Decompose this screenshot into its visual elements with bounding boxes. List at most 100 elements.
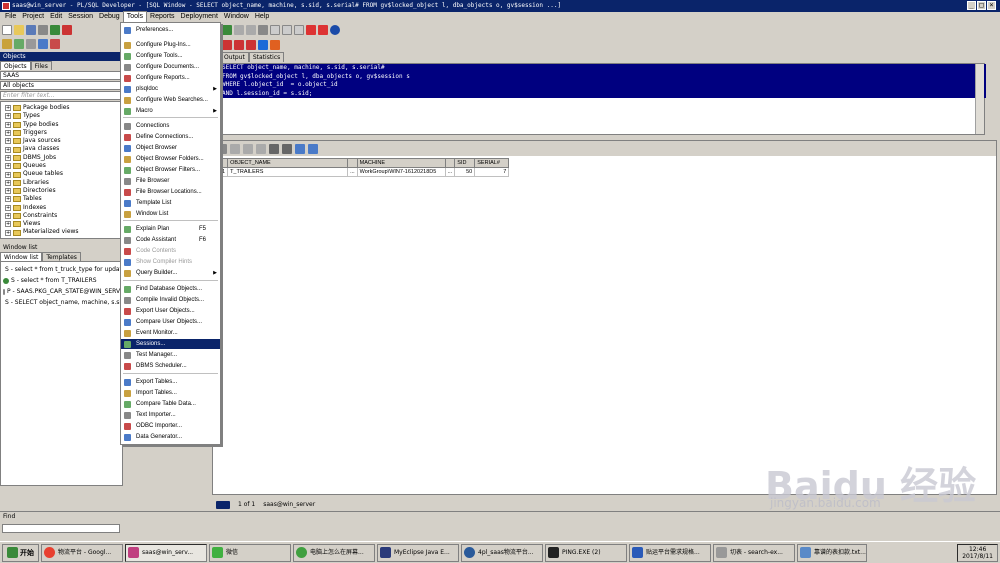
- tab-window-list[interactable]: Window list: [0, 252, 43, 261]
- tools-menu-item[interactable]: File Browser: [121, 176, 220, 186]
- new-icon[interactable]: [2, 24, 12, 35]
- tree-item[interactable]: + Type bodies: [1, 121, 122, 129]
- menu-reports[interactable]: Reports: [147, 12, 178, 22]
- tree-item[interactable]: + Constraints: [1, 212, 122, 220]
- tools-menu-item[interactable]: Configure Documents...: [121, 62, 220, 72]
- window-list-item[interactable]: P - SAAS.PKG_CAR_STATE@WIN_SERVER: [1, 286, 122, 297]
- expand-icon[interactable]: +: [5, 121, 11, 128]
- table-cell[interactable]: ...: [347, 167, 358, 177]
- tree-item[interactable]: + Libraries: [1, 179, 122, 187]
- tools-menu-item[interactable]: Window List: [121, 209, 220, 219]
- taskbar-item[interactable]: 靠谱的表扣款.txt...: [797, 543, 867, 562]
- tree-item[interactable]: + Queue tables: [1, 170, 122, 178]
- taskbar-item[interactable]: PING.EXE (2): [545, 543, 627, 562]
- expand-icon[interactable]: +: [5, 163, 11, 170]
- arrow-right-icon[interactable]: [258, 39, 268, 50]
- stop-icon[interactable]: [62, 24, 72, 35]
- rollback-icon[interactable]: [50, 38, 60, 49]
- column-header[interactable]: MACHINE: [356, 158, 446, 168]
- tile-icon[interactable]: [282, 24, 292, 35]
- close-button[interactable]: ×: [987, 1, 996, 10]
- maximize-button[interactable]: □: [977, 1, 986, 10]
- tools-menu-item[interactable]: Define Connections...: [121, 132, 220, 142]
- tools-menu-item[interactable]: Object Browser Folders...: [121, 154, 220, 164]
- tab-files[interactable]: Files: [30, 61, 52, 70]
- table-cell[interactable]: ...: [444, 167, 456, 177]
- taskbar-item[interactable]: 切表 - search-ex...: [713, 543, 795, 562]
- cascade-icon[interactable]: [294, 24, 304, 35]
- table-cell[interactable]: T_TRAILERS: [227, 167, 349, 177]
- expand-icon[interactable]: +: [5, 171, 11, 178]
- tree-item[interactable]: + Types: [1, 112, 122, 120]
- tree-item[interactable]: + Views: [1, 220, 122, 228]
- compile-icon[interactable]: [14, 38, 24, 49]
- find-icon[interactable]: [2, 38, 12, 49]
- column-header[interactable]: SERIAL#: [474, 158, 510, 168]
- tools-menu-item[interactable]: Object Browser Filters...: [121, 165, 220, 175]
- tree-item[interactable]: + Triggers: [1, 129, 122, 137]
- macro-icon[interactable]: [318, 24, 328, 35]
- schema-select[interactable]: SAAS: [0, 71, 123, 80]
- expand-icon[interactable]: +: [5, 179, 11, 186]
- tools-menu-item[interactable]: ODBC Importer...: [121, 421, 220, 431]
- forward-icon[interactable]: [246, 24, 256, 35]
- tree-item[interactable]: + Directories: [1, 187, 122, 195]
- tools-menu-item[interactable]: File Browser Locations...: [121, 187, 220, 197]
- tree-item[interactable]: + Package bodies: [1, 104, 122, 112]
- execute-icon[interactable]: [50, 24, 60, 35]
- table-cell[interactable]: 50: [454, 167, 476, 177]
- column-header[interactable]: SID: [454, 158, 476, 168]
- export-icon[interactable]: [295, 143, 305, 154]
- debug-icon[interactable]: [26, 38, 36, 49]
- tools-menu-item[interactable]: Export Tables...: [121, 377, 220, 387]
- fetch-icon[interactable]: [282, 143, 292, 154]
- tools-menu-item[interactable]: Configure Reports...: [121, 73, 220, 83]
- tree-item[interactable]: + DBMS_Jobs: [1, 154, 122, 162]
- tools-menu-item[interactable]: Configure Web Searches...: [121, 95, 220, 105]
- tools-menu-item[interactable]: Find Database Objects...: [121, 284, 220, 294]
- start-button[interactable]: 开始: [2, 543, 39, 562]
- expand-icon[interactable]: +: [5, 196, 11, 203]
- tools-menu-item[interactable]: Connections: [121, 121, 220, 131]
- breakpoint-icon[interactable]: [246, 39, 256, 50]
- help-icon[interactable]: [330, 24, 340, 35]
- tree-item[interactable]: + Indexes: [1, 204, 122, 212]
- tools-menu-item[interactable]: Show Compiler Hints: [121, 257, 220, 267]
- window-icon[interactable]: [270, 24, 280, 35]
- tree-item[interactable]: + Queues: [1, 162, 122, 170]
- editor-scrollbar[interactable]: [975, 64, 984, 134]
- sql-editor[interactable]: SELECT object_name, machine, s.sid, s.se…: [212, 63, 986, 135]
- menu-session[interactable]: Session: [65, 12, 96, 22]
- tools-menu-item[interactable]: Configure Plug-Ins...: [121, 40, 220, 50]
- expand-icon[interactable]: +: [5, 154, 11, 161]
- tools-menu-item[interactable]: Object Browser: [121, 143, 220, 153]
- run-icon[interactable]: [222, 24, 232, 35]
- expand-icon[interactable]: +: [5, 138, 11, 145]
- expand-icon[interactable]: +: [5, 213, 11, 219]
- open-icon[interactable]: [14, 24, 24, 35]
- tree-item[interactable]: + Materialized views: [1, 228, 122, 236]
- column-header[interactable]: OBJECT_NAME: [227, 158, 349, 168]
- kill-icon[interactable]: [234, 39, 244, 50]
- tools-menu-item[interactable]: Compile Invalid Objects...: [121, 295, 220, 305]
- tools-menu-item[interactable]: Template List: [121, 198, 220, 208]
- tools-menu-item[interactable]: Compare Table Data...: [121, 399, 220, 409]
- menu-help[interactable]: Help: [252, 12, 272, 22]
- tools-menu-item[interactable]: plsqldoc ▶: [121, 84, 220, 94]
- tools-menu-item[interactable]: Configure Tools...: [121, 51, 220, 61]
- expand-icon[interactable]: +: [5, 105, 11, 112]
- expand-icon[interactable]: +: [5, 146, 11, 153]
- menu-deployment[interactable]: Deployment: [178, 12, 221, 22]
- tools-menu-item[interactable]: Explain Plan F5: [121, 224, 220, 234]
- tools-menu-item[interactable]: Data Generator...: [121, 432, 220, 442]
- expand-icon[interactable]: +: [5, 204, 11, 211]
- find-input[interactable]: [2, 524, 120, 533]
- taskbar-item[interactable]: 电脑上怎么在屏幕...: [293, 543, 375, 562]
- expand-icon[interactable]: +: [5, 130, 11, 137]
- menu-project[interactable]: Project: [19, 12, 47, 22]
- record-icon[interactable]: [306, 24, 316, 35]
- tools-menu-item[interactable]: Test Manager...: [121, 350, 220, 360]
- break-icon[interactable]: [222, 39, 232, 50]
- expand-icon[interactable]: +: [5, 113, 11, 120]
- arrow-next-icon[interactable]: [270, 39, 280, 50]
